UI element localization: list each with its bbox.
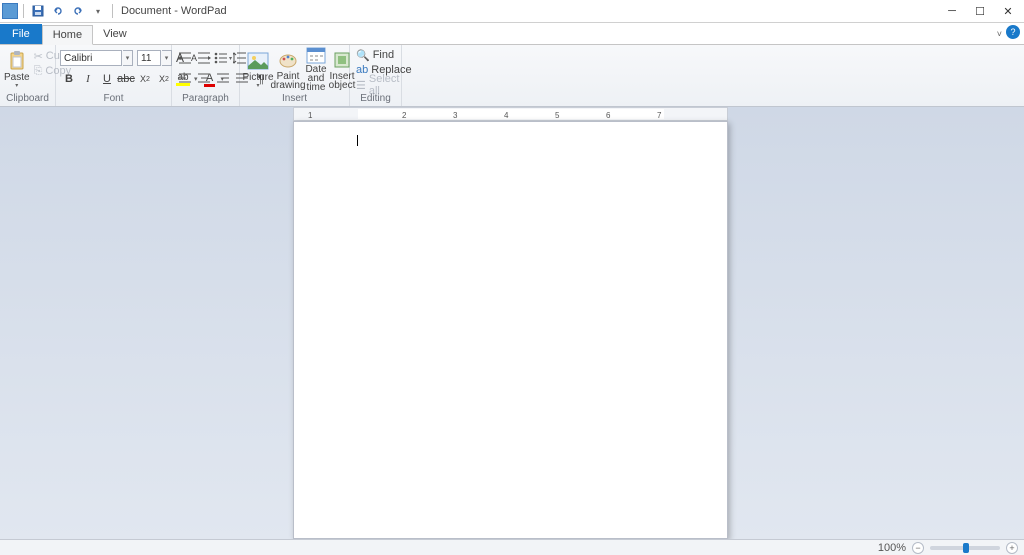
align-left-button[interactable]	[176, 70, 194, 88]
minimize-button[interactable]: ─	[938, 1, 966, 21]
ruler-tick: 6	[606, 111, 610, 120]
font-group: ▾ ▾ A A B I U abc X2 X2 ab ▾ A	[56, 45, 172, 106]
ruler-tick: 2	[402, 111, 406, 120]
ribbon-tabs: File Home View ˅ ?	[0, 23, 1024, 45]
insert-group: Picture ▾ Paint drawing Date and time In…	[240, 45, 350, 106]
calendar-icon	[304, 46, 328, 64]
copy-icon: ⎘	[34, 65, 43, 78]
close-button[interactable]: ✕	[994, 1, 1022, 21]
document-canvas: 1 2 3 4 5 6 7	[0, 107, 1024, 539]
zoom-in-button[interactable]: +	[1006, 542, 1018, 554]
select-all-icon: ☰	[356, 79, 366, 92]
undo-icon[interactable]	[50, 3, 66, 19]
align-right-button[interactable]	[214, 70, 232, 88]
find-label: Find	[373, 49, 394, 61]
status-bar: 100% − +	[0, 539, 1024, 555]
app-icon	[2, 3, 18, 19]
zoom-out-button[interactable]: −	[912, 542, 924, 554]
help-icon[interactable]: ?	[1006, 25, 1020, 39]
replace-icon: ab	[356, 64, 368, 76]
zoom-level: 100%	[878, 542, 906, 554]
increase-indent-button[interactable]	[195, 49, 213, 67]
ruler-tick: 1	[308, 111, 312, 120]
select-all-button[interactable]: ☰Select all	[354, 78, 414, 92]
font-family-input[interactable]	[60, 50, 122, 66]
qat-customize-icon[interactable]: ▾	[90, 3, 106, 19]
maximize-button[interactable]: ☐	[966, 1, 994, 21]
chevron-down-icon: ▾	[15, 82, 18, 89]
redo-icon[interactable]	[70, 3, 86, 19]
chevron-down-icon: ▾	[256, 82, 259, 89]
save-icon[interactable]	[30, 3, 46, 19]
clipboard-group: Paste ▾ ✂Cut ⎘Copy Clipboard	[0, 45, 56, 106]
font-group-label: Font	[60, 92, 167, 106]
paste-label: Paste	[4, 73, 30, 82]
paragraph-group-label: Paragraph	[176, 92, 235, 106]
title-bar: ▾ Document - WordPad ─ ☐ ✕	[0, 0, 1024, 23]
superscript-button[interactable]: X2	[155, 70, 173, 88]
file-tab[interactable]: File	[0, 24, 42, 44]
document-page[interactable]	[293, 121, 728, 539]
ruler-tick: 7	[657, 111, 661, 120]
home-tab[interactable]: Home	[42, 25, 93, 45]
find-button[interactable]: 🔍Find	[354, 48, 414, 62]
qat-separator	[112, 4, 113, 18]
picture-button[interactable]: Picture ▾	[244, 47, 272, 91]
ruler-tick: 5	[555, 111, 559, 120]
paragraph-group: ▾ ▾ ¶ Paragraph	[172, 45, 240, 106]
italic-button[interactable]: I	[79, 70, 97, 88]
editing-group: 🔍Find abReplace ☰Select all Editing	[350, 45, 402, 106]
editing-group-label: Editing	[354, 92, 397, 106]
font-size-input[interactable]	[137, 50, 161, 66]
horizontal-ruler[interactable]: 1 2 3 4 5 6 7	[293, 107, 728, 121]
qat-separator	[23, 4, 24, 18]
strikethrough-button[interactable]: abc	[117, 70, 135, 88]
search-icon: 🔍	[356, 49, 370, 62]
paint-icon	[276, 49, 300, 71]
ribbon: Paste ▾ ✂Cut ⎘Copy Clipboard ▾ ▾ A A B	[0, 45, 1024, 107]
font-size-dropdown[interactable]: ▾	[162, 50, 172, 66]
bold-button[interactable]: B	[60, 70, 78, 88]
align-center-button[interactable]	[195, 70, 213, 88]
ruler-tick: 3	[453, 111, 457, 120]
scissors-icon: ✂	[34, 50, 43, 63]
clipboard-icon	[5, 50, 29, 72]
picture-label: Picture	[242, 73, 273, 82]
clipboard-group-label: Clipboard	[4, 92, 51, 106]
minimize-ribbon-icon[interactable]: ˅	[997, 29, 1002, 39]
date-time-button[interactable]: Date and time	[304, 47, 328, 91]
window-title: Document - WordPad	[121, 5, 227, 17]
paste-button[interactable]: Paste ▾	[4, 47, 30, 91]
text-cursor	[357, 135, 358, 146]
zoom-thumb[interactable]	[963, 543, 969, 553]
ruler-tick: 4	[504, 111, 508, 120]
quick-access-toolbar: ▾	[21, 3, 115, 19]
view-tab[interactable]: View	[93, 24, 137, 44]
subscript-button[interactable]: X2	[136, 70, 154, 88]
paint-drawing-button[interactable]: Paint drawing	[274, 47, 302, 91]
font-family-dropdown[interactable]: ▾	[123, 50, 133, 66]
datetime-label: Date and time	[304, 65, 328, 92]
bullets-button[interactable]: ▾	[214, 49, 232, 67]
picture-icon	[246, 50, 270, 72]
paint-label: Paint drawing	[271, 72, 306, 90]
decrease-indent-button[interactable]	[176, 49, 194, 67]
insert-group-label: Insert	[244, 92, 345, 106]
underline-button[interactable]: U	[98, 70, 116, 88]
zoom-slider[interactable]	[930, 546, 1000, 550]
